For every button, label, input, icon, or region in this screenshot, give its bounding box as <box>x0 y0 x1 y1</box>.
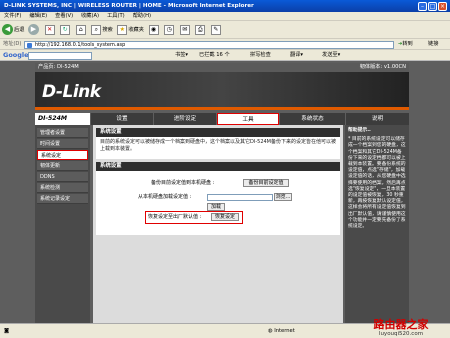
main-content: 系统设置 目前的系统设定可以被储存成一个档案到硬盘中，这个档案以及其它DI-52… <box>93 125 343 323</box>
menu-edit[interactable]: 编辑(E) <box>25 12 51 21</box>
load-config-button[interactable]: 加载 <box>207 203 225 211</box>
internet-zone: ◍ Internet <box>268 328 295 334</box>
menu-bar: 文件(F) 编辑(E) 查看(V) 收藏(A) 工具(T) 帮助(H) <box>0 12 450 21</box>
maximize-button[interactable]: □ <box>428 1 437 11</box>
watermark: 路由器之家 luyouqi520.com <box>373 318 429 337</box>
page-done-icon: ◙ <box>4 328 10 334</box>
google-search-input[interactable] <box>28 51 92 60</box>
tab-tools[interactable]: 工具 <box>217 113 279 125</box>
left-nav: 管理者设置 时间设置 系统设定 韧体更新 DDNS 系统检测 系统记录设定 <box>35 125 90 323</box>
forward-arrow-icon: ▶ <box>27 24 39 35</box>
edit-button[interactable]: ✎ <box>210 24 222 36</box>
globe-icon: ◍ <box>268 328 273 334</box>
edit-icon: ✎ <box>210 24 221 35</box>
back-arrow-icon: ◀ <box>2 24 13 35</box>
history-button[interactable]: ◷ <box>163 24 175 36</box>
popup-blocked-button[interactable]: 已拦截 16 个 <box>199 50 230 61</box>
star-icon: ★ <box>117 24 128 35</box>
menu-file[interactable]: 文件(F) <box>0 12 25 21</box>
search-icon: ⌕ <box>91 24 102 35</box>
browse-button[interactable]: 浏览... <box>274 193 292 201</box>
history-icon: ◷ <box>164 24 175 35</box>
google-toolbar: Google 书签▾ 已拦截 16 个 拼写检查 翻译▾ 发送至▾ <box>0 50 450 61</box>
favorites-button[interactable]: ★ 收藏夹 <box>116 24 144 36</box>
section-title: 系统设置 <box>96 128 340 137</box>
top-nav: DI-524M 设置 进阶设定 工具 系统状态 说明 <box>35 113 409 125</box>
media-icon: ◉ <box>148 24 159 35</box>
stop-icon: ✕ <box>44 24 55 35</box>
print-button[interactable]: ⎙ <box>194 24 206 36</box>
back-button[interactable]: ◀ 后退 <box>2 24 24 36</box>
leftnav-ddns[interactable]: DDNS <box>37 172 88 182</box>
restore-label: 恢复设定至出厂默认值 : <box>148 214 202 220</box>
address-label: 地址(D) <box>3 41 22 47</box>
refresh-icon: ↻ <box>60 24 71 35</box>
print-icon: ⎙ <box>195 24 206 35</box>
save-config-button[interactable]: 备份目前设定值 <box>243 179 289 187</box>
window-title-bar: D-LINK SYSTEMS, INC | WIRELESS ROUTER | … <box>0 0 450 12</box>
stop-button[interactable]: ✕ <box>44 24 56 36</box>
menu-tools[interactable]: 工具(T) <box>103 12 129 21</box>
refresh-button[interactable]: ↻ <box>59 24 71 36</box>
load-label: 从本机硬盘加载设定值 : <box>138 194 192 200</box>
google-logo: Google <box>3 51 29 59</box>
translate-button[interactable]: 翻译▾ <box>290 50 303 61</box>
tab-advanced[interactable]: 进阶设定 <box>154 113 216 125</box>
product-label: 产品页: DI-524M <box>38 64 79 70</box>
firmware-version: 韧体版本: v1.00CN <box>359 64 406 70</box>
menu-view[interactable]: 查看(V) <box>51 12 77 21</box>
settings-title: 系统设置 <box>96 162 340 171</box>
address-bar: 地址(D) http://192.168.0.1/tools_system.as… <box>0 39 450 50</box>
router-page: 产品页: DI-524M 韧体版本: v1.00CN D-Link DI-524… <box>0 61 450 323</box>
home-button[interactable]: ⌂ <box>75 24 87 36</box>
leftnav-syslog[interactable]: 系统记录设定 <box>37 194 88 204</box>
address-input[interactable]: http://192.168.0.1/tools_system.asp <box>24 40 394 49</box>
restore-defaults-button[interactable]: 恢复设定 <box>211 213 239 221</box>
media-button[interactable]: ◉ <box>148 24 160 36</box>
help-text: * 目前的系统设定可以储存成一个档案到您的硬盘，这个档案和其它DI-524M备份… <box>348 137 406 230</box>
mail-button[interactable]: ✉ <box>179 24 191 36</box>
forward-button[interactable]: ▶ <box>27 24 40 36</box>
toolbar: ◀ 后退 ▶ ✕ ↻ ⌂ ⌕ 搜索 ★ 收藏夹 ◉ ◷ ✉ ⎙ ✎ <box>0 21 450 39</box>
save-label: 备份目前设定值到本机硬盘 : <box>151 180 215 186</box>
section-description: 目前的系统设定可以被储存成一个档案到硬盘中，这个档案以及其它DI-524M备份下… <box>96 137 340 159</box>
close-button[interactable]: × <box>438 1 447 11</box>
leftnav-firmware[interactable]: 韧体更新 <box>37 161 88 171</box>
menu-favorites[interactable]: 收藏(A) <box>77 12 103 21</box>
help-panel: 帮助提示.. * 目前的系统设定可以储存成一个档案到您的硬盘，这个档案和其它DI… <box>345 125 409 323</box>
leftnav-admin[interactable]: 管理者设置 <box>37 128 88 138</box>
leftnav-diagnostics[interactable]: 系统检测 <box>37 183 88 193</box>
minimize-button[interactable]: – <box>418 1 427 11</box>
help-title: 帮助提示.. <box>348 128 371 133</box>
model-name: DI-524M <box>35 113 90 125</box>
header-banner: D-Link <box>35 72 409 110</box>
tab-status[interactable]: 系统状态 <box>280 113 345 125</box>
links-button[interactable]: 链接 <box>428 39 438 50</box>
bookmarks-button[interactable]: 书签▾ <box>175 50 188 61</box>
mail-icon: ✉ <box>179 24 190 35</box>
product-bar: 产品页: DI-524M 韧体版本: v1.00CN <box>35 63 409 72</box>
search-button[interactable]: ⌕ 搜索 <box>90 24 113 36</box>
tab-setup[interactable]: 设置 <box>91 113 153 125</box>
window-title: D-LINK SYSTEMS, INC | WIRELESS ROUTER | … <box>4 3 254 9</box>
dlink-logo: D-Link <box>42 82 101 102</box>
config-file-input[interactable] <box>207 194 273 201</box>
go-button[interactable]: ➜转到 <box>398 40 413 49</box>
leftnav-system[interactable]: 系统设定 <box>37 150 88 160</box>
tab-help[interactable]: 说明 <box>346 113 409 125</box>
home-icon: ⌂ <box>75 24 86 35</box>
menu-help[interactable]: 帮助(H) <box>129 12 155 21</box>
spellcheck-button[interactable]: 拼写检查 <box>250 50 271 61</box>
send-to-button[interactable]: 发送至▾ <box>322 50 340 61</box>
leftnav-time[interactable]: 时间设置 <box>37 139 88 149</box>
